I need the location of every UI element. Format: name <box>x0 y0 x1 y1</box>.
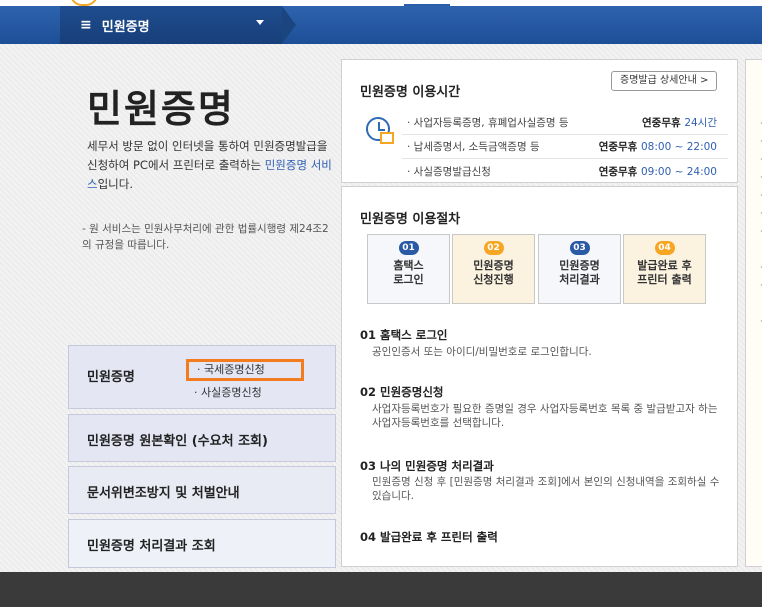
step-number: 03 <box>569 241 590 255</box>
procedure-card: 민원증명 이용절차 01 홈택스 로그인 02 민원증명 신청진행 03 민원증명 처… <box>341 186 738 567</box>
hours-row-value: 연중무휴 09:00 ~ 24:00 <box>599 164 717 179</box>
menu-box-civil-cert[interactable]: 민원증명 · 국세증명신청 · 사실증명신청 <box>68 345 336 409</box>
page-title: 민원증명 <box>87 87 235 131</box>
section-text: 사업자등록번호가 필요한 증명일 경우 사업자등록번호 목록 중 발급받고자 하… <box>372 403 718 429</box>
section-title: 01 홈택스 로그인 <box>360 328 448 342</box>
hours-row: · 사실증명발급신청 연중무휴 09:00 ~ 24:00 <box>407 164 727 179</box>
menu-box-forgery-prevention[interactable]: 문서위변조방지 및 처벌안내 <box>68 466 336 514</box>
hours-row-prefix: 연중무휴 <box>598 141 641 153</box>
hours-row-value: 연중무휴 08:00 ~ 22:00 <box>599 139 717 154</box>
hours-row-value: 연중무휴 24시간 <box>642 115 717 130</box>
step-result: 03 민원증명 처리결과 <box>538 234 621 304</box>
chevron-down-icon <box>256 20 264 25</box>
menu-box-label: 민원증명 원본확인 (수요처 조회) <box>87 434 268 449</box>
step-label: 민원증명 처리결과 <box>559 259 600 286</box>
section-title: 04 발급완료 후 프린터 출력 <box>360 530 498 544</box>
section-text: 공인인증서 또는 아이디/비밀번호로 로그인합니다. <box>372 346 592 358</box>
procedure-title: 민원증명 이용절차 <box>360 212 461 227</box>
menu-box-result-inquiry[interactable]: 민원증명 처리결과 조회 <box>68 519 336 568</box>
hours-row-time: 24시간 <box>684 117 717 129</box>
hours-card: 민원증명 이용시간 증명발급 상세안내 > · 사업자등록증명, 휴폐업사실증명… <box>341 59 738 183</box>
section-text: 민원증명 신청 후 [민원증명 처리결과 조회]에서 본인의 신청내역을 조회하… <box>372 476 720 502</box>
hours-row-prefix: 연중무휴 <box>598 166 641 178</box>
menu-box-label: 민원증명 처리결과 조회 <box>87 539 216 554</box>
notice-text: - 원 서비스는 민원사무처리에 관한 법률시행령 제24조2의 규정을 따릅니… <box>82 223 329 251</box>
hours-row: · 사업자등록증명, 휴폐업사실증명 등 연중무휴 24시간 <box>407 115 727 130</box>
footer-bar <box>0 572 762 607</box>
step-number: 01 <box>398 241 419 255</box>
fact-cert-link[interactable]: · 사실증명신청 <box>194 384 262 400</box>
step-label: 민원증명 신청진행 <box>473 259 514 286</box>
hamburger-icon: ≡ <box>80 17 92 33</box>
right-side-panel: ·········· <box>745 59 762 567</box>
step-login: 01 홈택스 로그인 <box>367 234 450 304</box>
nav-menu-dropdown[interactable]: ≡ 민원증명 <box>60 6 296 44</box>
hours-row-time: 09:00 ~ 24:00 <box>641 166 717 178</box>
hours-row-label: · 사업자등록증명, 휴폐업사실증명 등 <box>407 117 569 129</box>
step-number: 02 <box>483 241 504 255</box>
nav-menu-label: 민원증명 <box>101 19 150 35</box>
divider <box>402 134 728 135</box>
step-label: 홈택스 로그인 <box>393 259 424 286</box>
hours-row-label: · 납세증명서, 소득금액증명 등 <box>407 141 540 153</box>
hours-row-label: · 사실증명발급신청 <box>407 166 491 178</box>
detail-guide-button[interactable]: 증명발급 상세안내 > <box>611 71 718 91</box>
step-print: 04 발급완료 후 프린터 출력 <box>623 234 706 304</box>
national-tax-cert-link[interactable]: · 국세증명신청 <box>186 359 304 381</box>
menu-box-label: 민원증명 <box>87 370 135 385</box>
calendar-icon <box>380 132 394 144</box>
hours-title: 민원증명 이용시간 <box>360 85 461 100</box>
step-label: 발급완료 후 프린터 출력 <box>637 259 692 286</box>
divider <box>402 158 728 159</box>
hours-row-time: 08:00 ~ 22:00 <box>641 141 717 153</box>
hours-row-prefix: 연중무휴 <box>642 117 685 129</box>
hours-row: · 납세증명서, 소득금액증명 등 연중무휴 08:00 ~ 22:00 <box>407 139 727 154</box>
navigation-bar: ≡ 민원증명 <box>0 6 762 44</box>
intro-text-part2: 입니다. <box>97 177 133 191</box>
step-number: 04 <box>654 241 675 255</box>
menu-box-label: 문서위변조방지 및 처벌안내 <box>87 486 240 501</box>
section-title: 03 나의 민원증명 처리결과 <box>360 459 494 473</box>
step-apply: 02 민원증명 신청진행 <box>452 234 535 304</box>
intro-text: 세무서 방문 없이 인터넷을 통하여 민원증명발급을 신청하여 PC에서 프린터… <box>87 137 337 194</box>
menu-box-original-check[interactable]: 민원증명 원본확인 (수요처 조회) <box>68 414 336 462</box>
section-title: 02 민원증명신청 <box>360 385 444 399</box>
